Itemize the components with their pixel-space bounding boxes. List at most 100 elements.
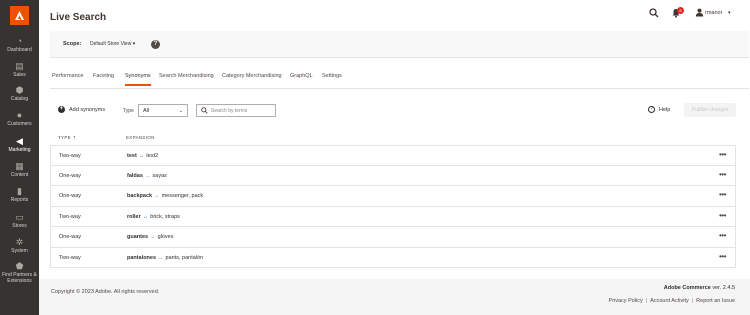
column-header-expansion: EXPANSION [126, 135, 155, 140]
box-icon: ⬢ [15, 85, 24, 95]
version-text: ver. 2.4.5 [712, 285, 735, 291]
privacy-policy-link[interactable]: Privacy Policy [609, 298, 643, 304]
account-activity-link[interactable]: Account Activity [650, 298, 689, 304]
sidebar-item-reports[interactable]: ▮ Reports [0, 186, 39, 203]
adobe-a-icon [15, 11, 24, 20]
more-actions-icon[interactable]: ••• [719, 252, 726, 261]
sidebar-item-catalog[interactable]: ⬢ Catalog [0, 85, 39, 102]
search-icon [201, 107, 208, 114]
adobe-logo[interactable] [0, 0, 39, 31]
search-icon[interactable] [649, 8, 659, 18]
brand-name: Adobe Commerce [663, 285, 711, 291]
sidebar-item-content[interactable]: ▦ Content [0, 161, 39, 178]
row-type: Two-way [59, 254, 81, 261]
publish-changes-button[interactable]: Publish changes [684, 103, 736, 117]
bar-chart-icon: ▮ [17, 186, 22, 196]
scope-value: Default Store View [90, 41, 132, 47]
tab-performance[interactable]: Performance [52, 73, 84, 79]
chevron-down-icon[interactable]: ▾ [728, 10, 731, 16]
add-synonyms-button[interactable]: + Add synonyms [58, 106, 105, 113]
users-icon: ● [16, 110, 23, 120]
one-way-arrow-icon: → [150, 234, 156, 240]
sidebar-item-dashboard[interactable]: ◔ Dashboard [0, 36, 39, 53]
table-row[interactable]: One-way faldas → sayas ••• [50, 165, 736, 186]
dashboard-icon: ◔ [16, 36, 23, 46]
sidebar-item-stores[interactable]: ▭ Stores [0, 212, 39, 229]
sort-icon: ⇡ [72, 135, 77, 140]
more-actions-icon[interactable]: ••• [719, 170, 726, 179]
type-filter-label: Type [123, 108, 134, 114]
chevron-down-icon: ⌄ [178, 108, 183, 114]
two-way-arrow-icon: ↔ [142, 213, 149, 220]
type-filter-value: All [143, 108, 150, 114]
gear-icon: ✲ [15, 237, 24, 247]
dollar-icon: ▤ [15, 61, 24, 71]
column-header-type[interactable]: TYPE ⇡ [58, 135, 77, 141]
table-row[interactable]: Two-way test ↔ test2 ••• [50, 145, 736, 166]
user-icon[interactable] [695, 8, 704, 17]
row-type: One-way [59, 193, 82, 199]
one-way-arrow-icon: → [154, 193, 160, 199]
table-row[interactable]: One-way guantes → gloves ••• [50, 227, 736, 248]
scope-switcher[interactable]: Default Store View ▾ [90, 41, 135, 47]
more-actions-icon[interactable]: ••• [719, 211, 726, 220]
plus-icon: + [58, 106, 65, 113]
scope-bar: Scope: Default Store View ▾ ? [50, 31, 749, 58]
row-expansion: guantes → gloves [127, 234, 174, 240]
more-actions-icon[interactable]: ••• [719, 190, 726, 199]
search-terms-input[interactable]: Search by terms [196, 104, 276, 117]
help-icon: ? [648, 106, 655, 113]
row-type: One-way [59, 172, 82, 179]
scope-label: Scope: [63, 41, 82, 47]
one-way-arrow-icon: → [144, 172, 151, 179]
sidebar-item-find-partners[interactable]: ⬟ Find Partners & Extensions [0, 261, 39, 284]
report-issue-link[interactable]: Report an Issue [696, 298, 735, 304]
tab-faceting[interactable]: Faceting [93, 73, 114, 79]
sidebar-item-sales[interactable]: ▤ Sales [0, 61, 39, 78]
row-expansion: faldas → sayas [127, 172, 167, 179]
table-row[interactable]: One-way backpack → messenger, pack ••• [50, 186, 736, 207]
more-actions-icon[interactable]: ••• [719, 150, 726, 159]
more-actions-icon[interactable]: ••• [719, 231, 726, 240]
footer-links: Privacy Policy | Account Activity | Report a… [609, 298, 735, 304]
copyright-text: Copyright © 2023 Adobe. All rights reser… [51, 289, 160, 295]
table-row[interactable]: Two-way roller ↔ brick, straps ••• [50, 206, 736, 227]
layout-icon: ▦ [15, 161, 24, 171]
link-separator: | [691, 298, 694, 304]
tab-category-merchandising[interactable]: Category Merchandising [222, 73, 282, 79]
link-separator: | [645, 298, 648, 304]
tab-search-merchandising[interactable]: Search Merchandising [159, 73, 214, 79]
page-footer: Copyright © 2023 Adobe. All rights reser… [39, 279, 750, 315]
help-label: Help [659, 106, 671, 113]
table-row[interactable]: Two-way pantalones ↔ pants, pantalón ••• [50, 247, 736, 268]
synonyms-table: Two-way test ↔ test2 ••• One-way faldas → sa… [50, 145, 736, 268]
two-way-arrow-icon: ↔ [158, 254, 164, 261]
megaphone-icon: ◀ [16, 136, 23, 146]
tab-settings[interactable]: Settings [322, 73, 342, 79]
notification-badge: 8 [677, 7, 684, 14]
add-synonyms-label: Add synonyms [69, 106, 106, 113]
sidebar-item-system[interactable]: ✲ System [0, 237, 39, 254]
scope-help-icon[interactable]: ? [151, 40, 160, 49]
tabs-divider [50, 88, 749, 89]
tab-synonyms[interactable]: Synonyms [125, 73, 151, 86]
search-placeholder: Search by terms [211, 108, 248, 114]
row-expansion: test ↔ test2 [127, 153, 159, 159]
row-type: One-way [59, 234, 82, 240]
help-link[interactable]: ? Help [648, 106, 670, 113]
sidebar-item-customers[interactable]: ● Customers [0, 110, 39, 127]
tab-graphql[interactable]: GraphQL [290, 73, 313, 79]
page-title: Live Search [50, 12, 107, 23]
row-expansion: backpack → messenger, pack [127, 193, 204, 199]
admin-sidebar: ◔ Dashboard ▤ Sales ⬢ Catalog ● Customer… [0, 0, 39, 315]
chevron-down-icon: ▾ [132, 41, 136, 47]
store-icon: ▭ [15, 212, 24, 222]
row-type: Two-way [59, 213, 81, 220]
type-filter-select[interactable]: All ⌄ [138, 104, 188, 117]
sidebar-item-marketing[interactable]: ◀ Marketing [0, 136, 39, 153]
brand-version: Adobe Commerce ver. 2.4.5 [664, 285, 735, 291]
partners-icon: ⬟ [15, 261, 24, 271]
two-way-arrow-icon: ↔ [138, 153, 145, 159]
row-expansion: roller ↔ brick, straps [127, 213, 180, 220]
user-name[interactable]: rmanor [705, 10, 722, 16]
